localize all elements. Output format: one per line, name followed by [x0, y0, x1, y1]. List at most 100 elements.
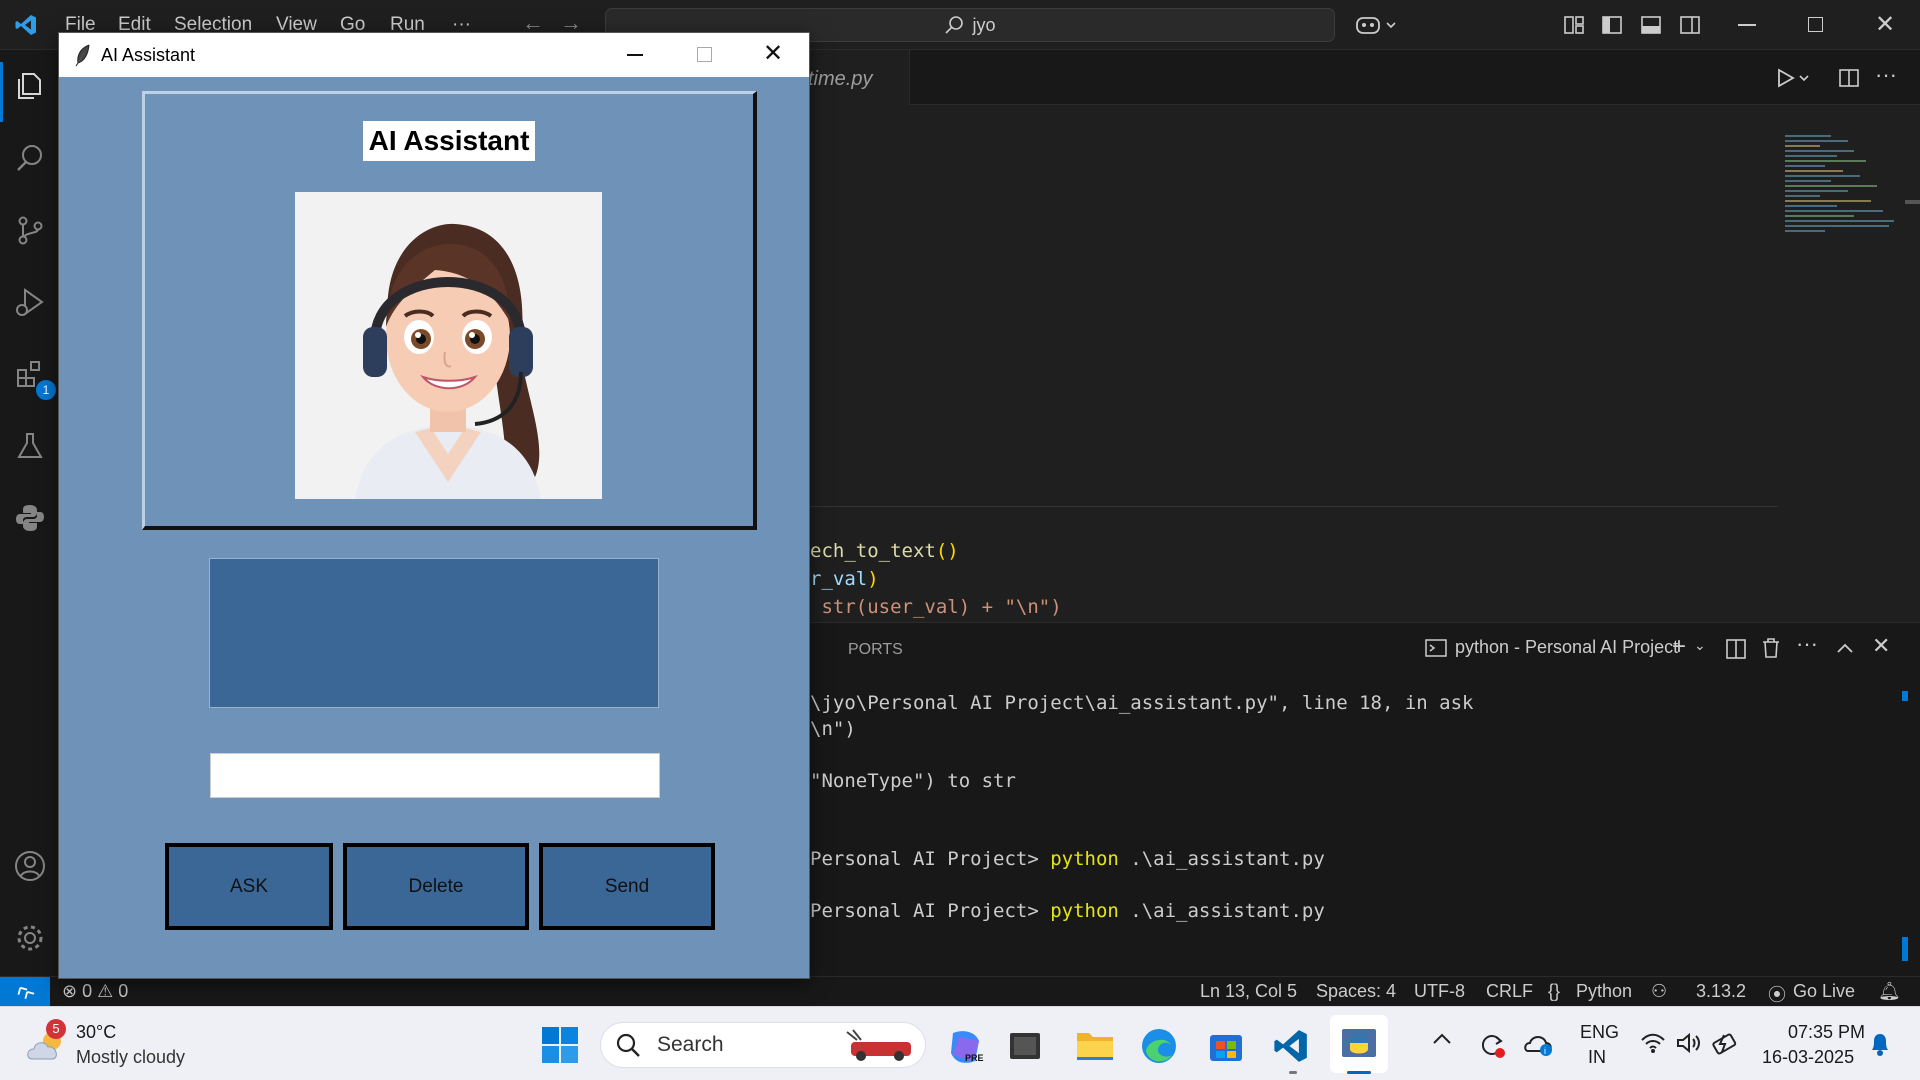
edge-browser-icon[interactable] [1140, 1027, 1178, 1065]
delete-button[interactable]: Delete [343, 843, 529, 930]
terminal-output-line: "NoneType") to str [810, 770, 1016, 792]
svg-text:i: i [1544, 1046, 1546, 1056]
extensions-badge: 1 [36, 380, 56, 400]
terminal-prompt-line: Personal AI Project> python .\ai_assista… [810, 848, 1325, 870]
status-bar: ⊗ 0 ⚠ 0 Ln 13, Col 5 Spaces: 4 UTF-8 CRLF … [0, 976, 1920, 1007]
battery-charging-icon[interactable] [1712, 1029, 1740, 1057]
new-terminal-plus-icon[interactable]: + [1672, 633, 1686, 661]
weather-temperature[interactable]: 30°C [76, 1022, 116, 1043]
split-terminal-icon[interactable] [1726, 639, 1746, 659]
weather-alert-badge: 5 [46, 1019, 66, 1039]
notifications-bell-icon[interactable]: 🔔︎ [1878, 981, 1901, 1002]
onedrive-icon[interactable]: i [1524, 1031, 1554, 1057]
response-output-box [209, 558, 659, 708]
search-icon [945, 16, 964, 34]
python-feather-icon [1340, 1025, 1378, 1063]
account-icon[interactable] [14, 850, 46, 882]
window-titlebar[interactable]: AI Assistant ✕ [59, 33, 809, 77]
explorer-icon[interactable] [14, 70, 46, 102]
indentation[interactable]: Spaces: 4 [1316, 981, 1396, 1002]
code-line: ech_to_text() [810, 540, 959, 562]
editor-tab[interactable]: time.py [800, 50, 910, 105]
problems-indicator[interactable]: ⊗ 0 ⚠ 0 [62, 981, 128, 1002]
close-panel-icon[interactable]: ✕ [1872, 633, 1890, 659]
close-icon[interactable]: ✕ [1875, 10, 1895, 39]
maximize-icon[interactable] [697, 47, 712, 62]
customize-layout-icon[interactable] [1563, 14, 1585, 36]
active-window-indicator [1347, 1071, 1371, 1074]
run-debug-icon[interactable] [14, 286, 46, 318]
windows-start-icon[interactable] [542, 1027, 578, 1063]
vscode-taskbar-icon[interactable] [1272, 1027, 1310, 1065]
weather-condition[interactable]: Mostly cloudy [76, 1047, 185, 1068]
clock-date[interactable]: 16-03-2025 [1762, 1047, 1854, 1068]
command-center-text: jyo [972, 14, 996, 35]
toggle-primary-sidebar-icon[interactable] [1601, 14, 1623, 36]
run-python-file-icon[interactable] [1776, 68, 1810, 88]
go-live-button[interactable]: Go Live [1793, 981, 1855, 1002]
split-editor-icon[interactable] [1838, 68, 1860, 88]
restore-icon[interactable] [1808, 17, 1823, 32]
cursor-position[interactable]: Ln 13, Col 5 [1200, 981, 1297, 1002]
close-icon[interactable]: ✕ [763, 39, 783, 68]
testing-flask-icon[interactable] [14, 430, 46, 462]
taskbar-search-box[interactable]: Search [600, 1022, 926, 1068]
editor-more-actions-icon[interactable]: ··· [1875, 62, 1897, 88]
volume-icon[interactable] [1676, 1031, 1702, 1055]
toggle-panel-icon[interactable] [1640, 14, 1662, 36]
wifi-icon[interactable] [1640, 1031, 1666, 1055]
python-icon[interactable] [14, 502, 46, 534]
code-line: str(user_val) + "\n") [810, 596, 1062, 618]
language-indicator-top[interactable]: ENG [1580, 1022, 1619, 1043]
chevron-down-icon[interactable]: ⌄ [1694, 637, 1706, 654]
copilot-app-icon[interactable]: PRE [945, 1027, 985, 1067]
sticky-scroll-divider [810, 506, 1778, 507]
remote-indicator[interactable] [0, 977, 50, 1007]
feather-icon [73, 43, 93, 67]
panel-more-actions-icon[interactable]: ··· [1796, 631, 1818, 657]
code-line: r_val) [810, 568, 879, 590]
app-heading: AI Assistant [363, 121, 535, 161]
clock-time[interactable]: 07:35 PM [1788, 1022, 1865, 1043]
gear-icon[interactable] [14, 922, 46, 954]
terminal-selector[interactable]: python - Personal AI Project [1425, 637, 1678, 658]
ai-assistant-window: AI Assistant ✕ AI Assistant ASK Delete S… [58, 32, 810, 979]
editor-scrollbar[interactable] [1905, 200, 1920, 204]
search-label: Search [657, 1033, 724, 1056]
sync-icon[interactable] [1478, 1031, 1506, 1059]
question-input[interactable] [210, 753, 660, 798]
python-interpreter[interactable]: 3.13.2 [1696, 981, 1746, 1002]
svg-text:PRE: PRE [965, 1053, 984, 1063]
minimize-icon[interactable] [1738, 24, 1756, 26]
copilot-icon[interactable] [1355, 14, 1399, 36]
ask-button[interactable]: ASK [165, 843, 333, 930]
copilot-status-icon[interactable]: ⚇ [1651, 981, 1667, 1002]
file-explorer-icon[interactable] [1075, 1027, 1115, 1063]
trash-icon[interactable] [1761, 637, 1781, 659]
windows-taskbar: 5 30°C Mostly cloudy Search PRE i ENG IN… [0, 1006, 1920, 1080]
maximize-panel-chevron-up-icon[interactable] [1836, 641, 1854, 655]
header-frame: AI Assistant [142, 91, 757, 530]
activity-bar: 1 [0, 50, 60, 976]
show-hidden-icons-chevron-up-icon[interactable] [1432, 1031, 1452, 1045]
vscode-logo-icon [14, 13, 38, 37]
minimap[interactable] [1785, 135, 1900, 275]
send-button[interactable]: Send [539, 843, 715, 930]
minimize-icon[interactable] [627, 54, 643, 56]
terminal-app-icon[interactable] [1008, 1029, 1042, 1063]
encoding[interactable]: UTF-8 [1414, 981, 1465, 1002]
terminal-name: python - Personal AI Project [1455, 637, 1679, 657]
language-mode[interactable]: Python [1576, 981, 1632, 1002]
tab-ports[interactable]: PORTS [848, 641, 903, 659]
microsoft-store-icon[interactable] [1208, 1029, 1244, 1063]
terminal-scroll-marker [1902, 937, 1908, 961]
terminal-output-line: \jyo\Personal AI Project\ai_assistant.py… [810, 692, 1474, 714]
source-control-icon[interactable] [14, 214, 46, 246]
language-indicator-bottom[interactable]: IN [1588, 1047, 1606, 1068]
search-icon[interactable] [14, 142, 46, 174]
toggle-secondary-sidebar-icon[interactable] [1679, 14, 1701, 36]
notification-bell-icon[interactable] [1868, 1031, 1892, 1057]
search-highlight-icon [843, 1028, 917, 1062]
end-of-line[interactable]: CRLF [1486, 981, 1533, 1002]
remote-icon [17, 986, 35, 999]
